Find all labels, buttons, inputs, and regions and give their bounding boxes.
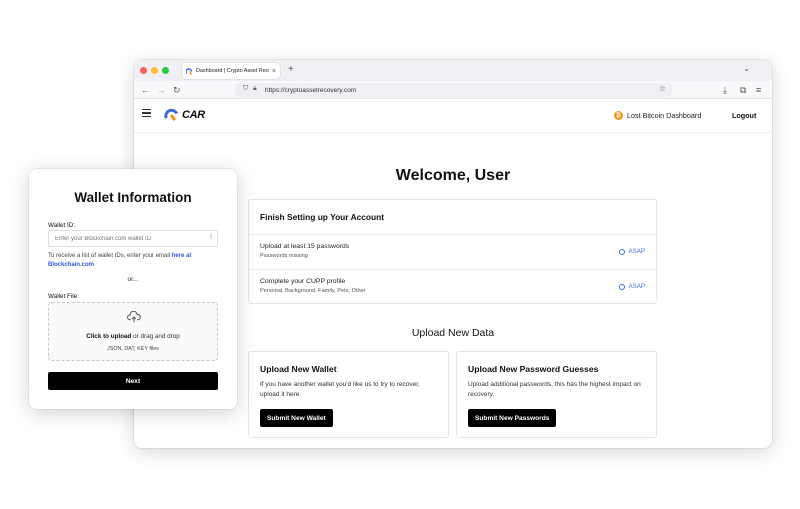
dropzone-instructions: Click to upload or drag and drop — [49, 333, 217, 340]
wallet-id-input[interactable] — [48, 230, 218, 247]
logout-button[interactable]: Logout — [732, 111, 756, 120]
cloud-upload-icon — [127, 311, 141, 323]
wallet-id-label: Wallet ID: — [48, 222, 76, 229]
task-cupp-profile[interactable]: Complete your CUPP profile Personal, Bac… — [249, 270, 656, 305]
file-dropzone[interactable]: Click to upload or drag and drop JSON, D… — [48, 302, 218, 361]
clock-icon — [619, 248, 626, 255]
drag-drop-text: or drag and drop — [131, 333, 180, 340]
reload-icon[interactable]: ↻ — [173, 83, 181, 97]
favicon-icon — [186, 67, 193, 75]
submit-passwords-button[interactable]: Submit New Passwords — [468, 409, 557, 427]
app-header: CAR ₿ Lost Bitcoin Dashboard Logout — [134, 99, 772, 133]
input-cursor-icon: ⁞ — [210, 234, 212, 241]
extensions-icon[interactable]: ⧉ — [740, 83, 746, 97]
card-text: Upload additional passwords, this has th… — [468, 381, 641, 398]
address-bar[interactable]: ⛉ 🔒︎ https://cryptoassetrecovery.com ☆ — [235, 83, 672, 97]
bitcoin-icon: ₿ — [614, 111, 623, 120]
task-upload-passwords[interactable]: Upload at least 15 passwords Passwords m… — [249, 235, 656, 270]
next-button[interactable]: Next — [48, 372, 218, 390]
wallet-id-hint: To receive a list of wallet IDs, enter y… — [48, 252, 220, 270]
submit-wallet-button[interactable]: Submit New Wallet — [260, 409, 333, 427]
card-text: If you have another wallet you'd like us… — [260, 381, 420, 398]
car-logo-icon — [164, 108, 179, 122]
window-controls — [140, 67, 169, 74]
task-subtitle: Passwords missing — [260, 253, 308, 259]
task-subtitle: Personal, Background, Family, Pets, Othe… — [260, 288, 366, 294]
task-title: Complete your CUPP profile — [260, 278, 346, 285]
download-icon[interactable]: ⤓ — [723, 83, 727, 97]
car-logo[interactable]: CAR — [164, 107, 205, 122]
bookmark-star-icon[interactable]: ☆ — [659, 84, 666, 93]
minimize-window-button[interactable] — [151, 67, 158, 74]
asap-label: ASAP — [628, 283, 645, 290]
card-title: Upload New Password Guesses — [468, 364, 599, 374]
upload-wallet-card: Upload New Wallet If you have another wa… — [248, 351, 449, 438]
wallet-info-modal: Wallet Information Wallet ID: ⁞ To recei… — [29, 169, 237, 409]
wallet-file-label: Wallet File: — [48, 293, 79, 300]
task-title: Upload at least 15 passwords — [260, 243, 350, 250]
modal-title: Wallet Information — [74, 190, 192, 205]
clock-icon — [619, 283, 626, 290]
nav-bar: ← → ↻ ⛉ 🔒︎ https://cryptoassetrecovery.c… — [134, 81, 772, 99]
forward-arrow-icon[interactable]: → — [157, 83, 166, 97]
setup-title: Finish Setting up Your Account — [249, 200, 656, 235]
tab-title: Dashboard | Crypto Asset Reco — [196, 68, 269, 74]
tab-list-chevron-icon[interactable]: ⌄ — [743, 64, 750, 73]
asap-badge: ASAP — [619, 283, 645, 290]
lost-bitcoin-label: Lost Bitcoin Dashboard — [627, 111, 702, 120]
upload-passwords-card: Upload New Password Guesses Upload addit… — [456, 351, 657, 438]
lost-bitcoin-dashboard-link[interactable]: ₿ Lost Bitcoin Dashboard — [614, 111, 701, 120]
tab-bar: Dashboard | Crypto Asset Reco × + ⌄ — [134, 60, 772, 81]
hamburger-menu-icon[interactable] — [142, 109, 151, 117]
lock-icon[interactable]: 🔒︎ — [253, 85, 257, 93]
hint-text: To receive a list of wallet IDs, enter y… — [48, 253, 172, 259]
dropzone-file-types: JSON, DAT, KEY files — [107, 346, 159, 352]
browser-tab[interactable]: Dashboard | Crypto Asset Reco × — [182, 63, 280, 79]
close-window-button[interactable] — [140, 67, 147, 74]
new-tab-button[interactable]: + — [288, 64, 294, 76]
maximize-window-button[interactable] — [162, 67, 169, 74]
shield-icon[interactable]: ⛉ — [243, 85, 248, 93]
asap-badge: ASAP — [619, 248, 645, 255]
tab-close-icon[interactable]: × — [272, 68, 276, 75]
logo-text: CAR — [182, 108, 205, 121]
back-arrow-icon[interactable]: ← — [141, 83, 150, 97]
setup-card: Finish Setting up Your Account Upload at… — [248, 199, 657, 304]
click-to-upload[interactable]: Click to upload — [86, 333, 131, 340]
card-title: Upload New Wallet — [260, 364, 337, 374]
asap-label: ASAP — [628, 248, 645, 255]
or-divider: or... — [127, 276, 139, 283]
url-text[interactable]: https://cryptoassetrecovery.com — [265, 87, 356, 94]
menu-icon[interactable]: ≡ — [756, 83, 761, 97]
